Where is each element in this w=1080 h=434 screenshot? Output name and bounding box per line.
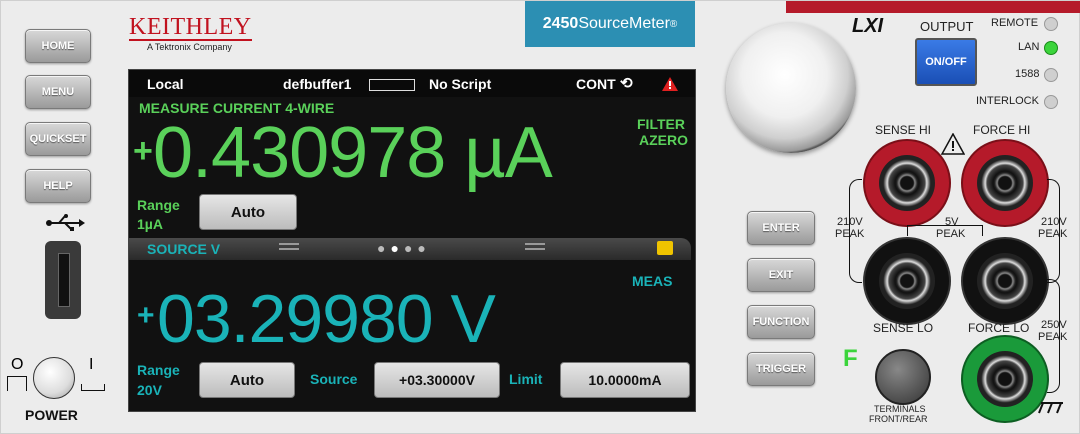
enter-button[interactable]: ENTER	[747, 211, 815, 245]
terminals-label: TERMINALS	[874, 404, 926, 414]
measure-range-button[interactable]: Auto	[199, 194, 297, 230]
usb-slot	[58, 253, 70, 307]
source-value-button[interactable]: +03.30000V	[374, 362, 500, 398]
limit-value-button[interactable]: 10.0000mA	[560, 362, 690, 398]
measure-range-value: 1µA	[137, 216, 163, 232]
function-button[interactable]: FUNCTION	[747, 305, 815, 339]
help-button[interactable]: HELP	[25, 169, 91, 203]
chassis-ground-icon	[1037, 399, 1067, 424]
force-hi-label: FORCE HI	[973, 123, 1031, 137]
force-lo-jack	[977, 253, 1033, 309]
measure-range-label: Range	[137, 197, 180, 213]
power-button[interactable]	[33, 357, 75, 399]
quickset-button[interactable]: QUICKSET	[25, 122, 91, 156]
lan-label: LAN	[1018, 41, 1040, 53]
power-label: POWER	[25, 407, 78, 423]
force-lo-label: FORCE LO	[968, 321, 1030, 335]
indicator-1588	[1044, 68, 1058, 82]
lan-indicator	[1044, 41, 1058, 55]
sense-hi-jack	[879, 155, 935, 211]
interlock-indicator	[1044, 95, 1058, 109]
display-screen: Local defbuffer1 No Script CONT ⟲ MEASUR…	[128, 69, 696, 412]
menu-button[interactable]: MENU	[25, 75, 91, 109]
instrument-front-panel: HOME MENU QUICKSET HELP O I POWER KEITHL…	[0, 0, 1080, 434]
status-bar: Local defbuffer1 No Script CONT ⟲	[129, 70, 695, 97]
swipe-handle-left[interactable]	[279, 243, 299, 250]
peak-lo-voltage: 250V	[1041, 319, 1067, 331]
peak-bracket-right	[1047, 179, 1060, 283]
source-range-button[interactable]: Auto	[199, 362, 295, 398]
source-label: Source	[310, 371, 358, 387]
camera-icon[interactable]	[657, 241, 673, 255]
script-status[interactable]: No Script	[429, 76, 491, 92]
model-badge: 2450 SourceMeter ®	[525, 1, 695, 47]
sense-lo-jack	[879, 253, 935, 309]
usb-port[interactable]	[45, 241, 81, 319]
usb-icon	[45, 213, 85, 238]
measure-value: 0.430978 µA	[153, 113, 553, 193]
source-range-value: 20V	[137, 382, 162, 398]
tektronix-tagline: A Tektronix Company	[147, 42, 232, 52]
model-number: 2450	[542, 15, 579, 32]
source-range-label: Range	[137, 362, 180, 378]
top-accent-bar	[786, 1, 1080, 13]
remote-label: REMOTE	[991, 17, 1039, 29]
sense-lo-label: SENSE LO	[873, 321, 934, 335]
limit-label: Limit	[509, 371, 543, 387]
output-on-off-button[interactable]: ON/OFF	[915, 38, 977, 86]
power-off-symbol: O	[11, 356, 24, 373]
filter-indicator: FILTER	[637, 116, 685, 132]
registered-mark: ®	[669, 18, 678, 30]
source-title: SOURCE V	[147, 241, 221, 257]
caution-icon	[940, 132, 966, 160]
source-header[interactable]: SOURCE V ●●●●	[129, 238, 691, 260]
exit-button[interactable]: EXIT	[747, 258, 815, 292]
force-hi-terminal[interactable]	[961, 139, 1049, 227]
source-value: 03.29980 V	[157, 281, 496, 357]
force-lo-terminal[interactable]	[961, 237, 1049, 325]
sense-hi-terminal[interactable]	[863, 139, 951, 227]
power-off-icon	[7, 376, 27, 391]
local-status[interactable]: Local	[147, 76, 184, 92]
home-button[interactable]: HOME	[25, 29, 91, 63]
keithley-logo: KEITHLEY	[129, 14, 252, 41]
interlock-label: INTERLOCK	[976, 95, 1039, 107]
front-terminals-indicator: F	[843, 345, 858, 372]
model-name: SourceMeter	[578, 15, 670, 32]
lxi-logo: LXI	[852, 15, 884, 37]
warning-icon[interactable]	[662, 77, 678, 94]
page-dots[interactable]: ●●●●	[377, 240, 431, 256]
swipe-handle-right[interactable]	[525, 243, 545, 250]
sense-lo-terminal[interactable]	[863, 237, 951, 325]
source-sign: +	[137, 299, 155, 332]
refresh-icon: ⟲	[620, 75, 633, 92]
power-on-symbol: I	[89, 356, 94, 373]
terminals-front-rear-button[interactable]	[875, 349, 931, 405]
peak-lo-label: PEAK	[1038, 331, 1068, 343]
front-rear-label: FRONT/REAR	[869, 414, 928, 424]
trigger-button[interactable]: TRIGGER	[747, 352, 815, 386]
ground-jack	[977, 351, 1033, 407]
output-label: OUTPUT	[920, 19, 974, 34]
meas-label: MEAS	[632, 273, 673, 289]
ground-terminal[interactable]	[961, 335, 1049, 423]
navigation-knob[interactable]	[726, 23, 856, 153]
sense-hi-label: SENSE HI	[875, 123, 932, 137]
azero-indicator: AZERO	[639, 132, 688, 148]
measure-sign: +	[133, 132, 153, 170]
remote-indicator	[1044, 17, 1058, 31]
trigger-mode[interactable]: CONT	[576, 76, 616, 92]
peak-bracket-mid	[907, 225, 983, 236]
force-hi-jack	[977, 155, 1033, 211]
label-1588: 1588	[1015, 68, 1040, 80]
peak-bracket-left	[849, 179, 862, 283]
buffer-name[interactable]: defbuffer1	[283, 76, 351, 92]
power-on-icon	[81, 384, 105, 391]
buffer-indicator	[369, 79, 415, 91]
